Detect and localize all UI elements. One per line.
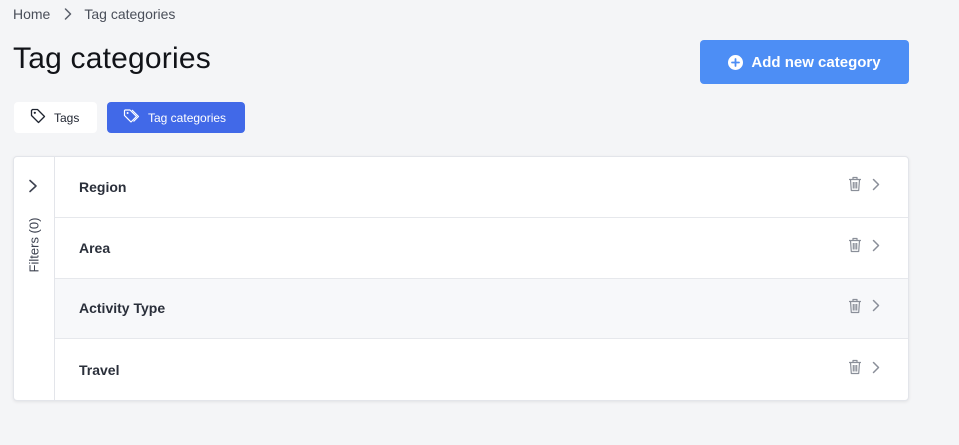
filters-sidebar: Filters (0) [14, 157, 55, 400]
tab-tags[interactable]: Tags [14, 102, 97, 133]
trash-icon[interactable] [848, 298, 862, 319]
page-title: Tag categories [13, 42, 211, 75]
categories-panel: Filters (0) Region Area Activity Type Tr… [13, 156, 909, 401]
breadcrumb-current: Tag categories [84, 6, 176, 22]
chevron-right-icon[interactable] [872, 361, 880, 379]
tag-icon [30, 108, 46, 127]
category-name: Travel [79, 361, 120, 378]
chevron-right-icon [64, 8, 72, 20]
plus-circle-icon [728, 54, 744, 70]
breadcrumb-home-link[interactable]: Home [13, 6, 50, 22]
category-name: Activity Type [79, 300, 166, 317]
row-actions [848, 359, 880, 380]
category-list: Region Area Activity Type Travel [55, 157, 908, 400]
tab-tag-categories-label: Tag categories [148, 110, 227, 125]
category-name: Area [79, 239, 111, 256]
category-row-travel[interactable]: Travel [55, 339, 908, 400]
filters-label[interactable]: Filters (0) [27, 218, 42, 273]
row-actions [848, 237, 880, 258]
row-actions [848, 176, 880, 197]
chevron-right-icon[interactable] [872, 299, 880, 317]
chevron-right-icon[interactable] [872, 239, 880, 257]
tags-icon [123, 108, 140, 127]
add-new-category-button[interactable]: Add new category [700, 40, 909, 84]
tab-tag-categories[interactable]: Tag categories [107, 102, 245, 133]
row-actions [848, 298, 880, 319]
trash-icon[interactable] [848, 176, 862, 197]
trash-icon[interactable] [848, 237, 862, 258]
chevron-right-icon[interactable] [872, 178, 880, 196]
breadcrumb: Home Tag categories [13, 5, 175, 23]
category-name: Region [79, 178, 127, 195]
expand-filters-chevron-icon[interactable] [28, 179, 38, 198]
trash-icon[interactable] [848, 359, 862, 380]
category-row-area[interactable]: Area [55, 218, 908, 279]
category-row-region[interactable]: Region [55, 157, 908, 218]
tab-tags-label: Tags [54, 110, 80, 125]
tab-bar: Tags Tag categories [14, 102, 245, 133]
category-row-activity-type[interactable]: Activity Type [55, 278, 908, 340]
add-new-category-label: Add new category [751, 53, 881, 71]
